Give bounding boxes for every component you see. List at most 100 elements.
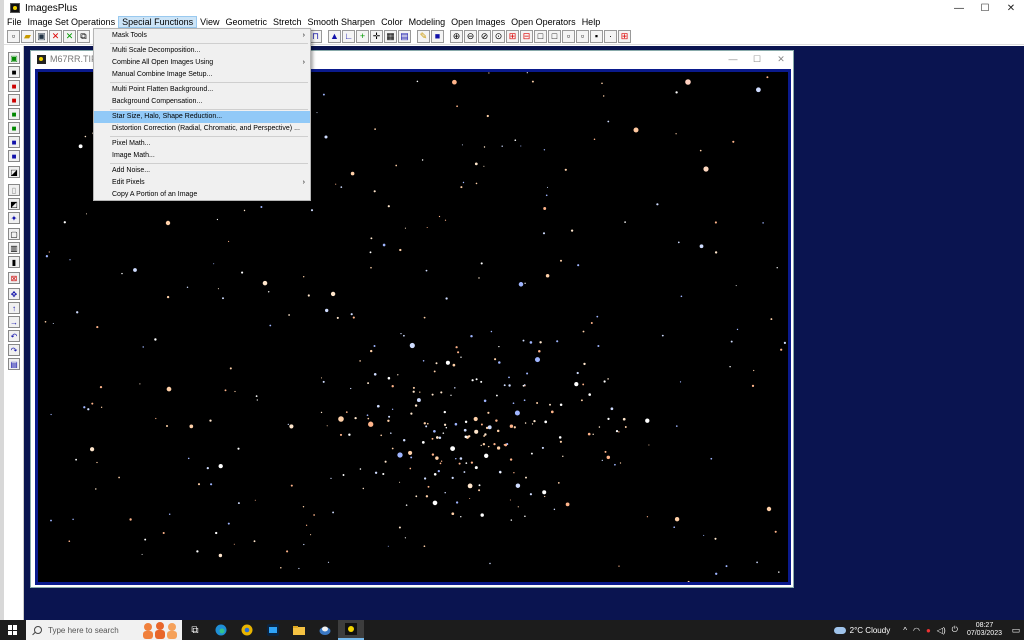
star-tool-icon[interactable]: ✦	[8, 212, 20, 224]
menu-open-operators[interactable]: Open Operators	[508, 16, 579, 28]
weather-widget[interactable]: 2°C Cloudy	[833, 626, 890, 635]
close-red-x-icon[interactable]: ✕	[49, 30, 62, 43]
save-green-icon[interactable]: ▣	[8, 52, 20, 64]
accept-green-x-icon[interactable]: ✕	[63, 30, 76, 43]
star	[168, 513, 171, 516]
frame-small-icon[interactable]: □	[548, 30, 561, 43]
frame-tiny-icon[interactable]: ▪	[590, 30, 603, 43]
blue-layer-2-icon[interactable]: ■	[8, 150, 20, 162]
copy-icon[interactable]: ⧉	[77, 30, 90, 43]
crosshair-icon[interactable]: ✛	[370, 30, 383, 43]
histogram-icon[interactable]: ▲	[328, 30, 341, 43]
menu-item-distortion-correction[interactable]: Distortion Correction (Radial, Chromatic…	[94, 123, 310, 135]
file-explorer-icon[interactable]	[286, 620, 312, 640]
power-icon[interactable]: ⏻	[952, 625, 958, 635]
green-layer-2-icon[interactable]: ■	[8, 122, 20, 134]
task-view-icon[interactable]: ⧉	[182, 620, 208, 640]
zoom-red-minus-icon[interactable]: ⊟	[520, 30, 533, 43]
zoom-tool-icon[interactable]: ⊠	[8, 272, 20, 284]
media-icon[interactable]	[312, 620, 338, 640]
menu-item-add-noise[interactable]: Add Noise...	[94, 165, 310, 177]
volume-icon[interactable]: ◁)	[937, 626, 946, 635]
save-icon[interactable]: ▣	[35, 30, 48, 43]
copy-layer-icon[interactable]: ▯	[8, 184, 20, 196]
image-minimize-button[interactable]: —	[721, 51, 745, 67]
frame-point-icon[interactable]: ·	[604, 30, 617, 43]
menu-special-functions[interactable]: Special Functions	[118, 16, 198, 28]
move-icon[interactable]: ✥	[8, 288, 20, 300]
levels-tool-icon[interactable]: ▥	[8, 242, 20, 254]
menu-modeling[interactable]: Modeling	[406, 16, 449, 28]
zoom-out-icon[interactable]: ⊖	[464, 30, 477, 43]
frame-medium-icon[interactable]: ▫	[562, 30, 575, 43]
menu-item-copy-portion-of-image[interactable]: Copy A Portion of an Image	[94, 189, 310, 201]
security-alert-icon[interactable]: ●	[926, 626, 931, 635]
menu-geometric[interactable]: Geometric	[222, 16, 270, 28]
star	[427, 485, 430, 488]
image-maximize-button[interactable]: ☐	[745, 51, 769, 67]
select-icon[interactable]: ▢	[8, 228, 20, 240]
menu-help[interactable]: Help	[579, 16, 604, 28]
chrome-icon[interactable]	[234, 620, 260, 640]
chevron-up-icon[interactable]: ^	[903, 626, 907, 635]
menu-item-combine-all-open-images[interactable]: Combine All Open Images Using ›	[94, 57, 310, 69]
close-button[interactable]: ✕	[998, 0, 1024, 16]
menu-open-images[interactable]: Open Images	[448, 16, 508, 28]
imagesplus-icon[interactable]	[338, 620, 364, 640]
menu-image-set-operations[interactable]: Image Set Operations	[25, 16, 119, 28]
black-bar-icon[interactable]: ▮	[8, 256, 20, 268]
stop-icon[interactable]: ■	[431, 30, 444, 43]
menu-item-multi-scale-decomposition[interactable]: Multi Scale Decomposition...	[94, 45, 310, 57]
undo-icon[interactable]: ↶	[8, 330, 20, 342]
menu-view[interactable]: View	[197, 16, 222, 28]
maximize-button[interactable]: ☐	[972, 0, 998, 16]
network-icon[interactable]: ◠	[913, 626, 920, 635]
new-file-icon[interactable]: ▫	[7, 30, 20, 43]
arrow-up-icon[interactable]: ↑	[8, 302, 20, 314]
photoshop-icon[interactable]	[260, 620, 286, 640]
title-bar[interactable]: ImagesPlus — ☐ ✕	[4, 0, 1024, 16]
minimize-button[interactable]: —	[946, 0, 972, 16]
add-point-icon[interactable]: +	[356, 30, 369, 43]
menu-stretch[interactable]: Stretch	[270, 16, 305, 28]
menu-file[interactable]: File	[4, 16, 25, 28]
zoom-in-icon[interactable]: ⊕	[450, 30, 463, 43]
menu-color[interactable]: Color	[378, 16, 406, 28]
menu-item-multi-point-flatten-background[interactable]: Multi Point Flatten Background...	[94, 84, 310, 96]
arrow-right-icon[interactable]: →	[8, 316, 20, 328]
image-close-button[interactable]: ✕	[769, 51, 793, 67]
redo-icon[interactable]: ↷	[8, 344, 20, 356]
pencil-icon[interactable]: ✎	[417, 30, 430, 43]
mask-icon[interactable]: ◪	[8, 166, 20, 178]
red-layer-icon[interactable]: ■	[8, 80, 20, 92]
menu-item-star-size-halo-shape-reduction[interactable]: Star Size, Halo, Shape Reduction...	[94, 111, 310, 123]
open-folder-icon[interactable]: ▰	[21, 30, 34, 43]
frame-dotted-icon[interactable]: ▫	[576, 30, 589, 43]
menu-item-manual-combine-image-setup[interactable]: Manual Combine Image Setup...	[94, 69, 310, 81]
zoom-actual-icon[interactable]: ⊙	[492, 30, 505, 43]
zoom-fit-icon[interactable]: ⊘	[478, 30, 491, 43]
menu-item-edit-pixels[interactable]: Edit Pixels ›	[94, 177, 310, 189]
edge-icon[interactable]	[208, 620, 234, 640]
black-square-icon[interactable]: ■	[8, 66, 20, 78]
levels-icon[interactable]: ∟	[342, 30, 355, 43]
notification-icon[interactable]: ▭	[1008, 620, 1024, 640]
grid-icon[interactable]: ▦	[384, 30, 397, 43]
history-icon[interactable]: ▤	[8, 358, 20, 370]
menu-item-pixel-math[interactable]: Pixel Math...	[94, 138, 310, 150]
green-layer-icon[interactable]: ■	[8, 108, 20, 120]
start-button[interactable]	[0, 620, 26, 640]
menu-item-background-compensation[interactable]: Background Compensation...	[94, 96, 310, 108]
blue-layer-icon[interactable]: ■	[8, 136, 20, 148]
calculator-icon[interactable]: ▤	[398, 30, 411, 43]
menu-item-image-math[interactable]: Image Math...	[94, 150, 310, 162]
zoom-red-plus-icon[interactable]: ⊞	[506, 30, 519, 43]
frame-icon[interactable]: □	[534, 30, 547, 43]
menu-smooth-sharpen[interactable]: Smooth Sharpen	[305, 16, 379, 28]
tile-icon[interactable]: ⊞	[618, 30, 631, 43]
clock[interactable]: 08:27 07/03/2023	[967, 622, 1002, 638]
menu-item-mask-tools[interactable]: Mask Tools ›	[94, 30, 310, 42]
taskbar-search-box[interactable]: Type here to search	[26, 620, 182, 640]
red-layer-2-icon[interactable]: ■	[8, 94, 20, 106]
gradient-icon[interactable]: ◩	[8, 198, 20, 210]
